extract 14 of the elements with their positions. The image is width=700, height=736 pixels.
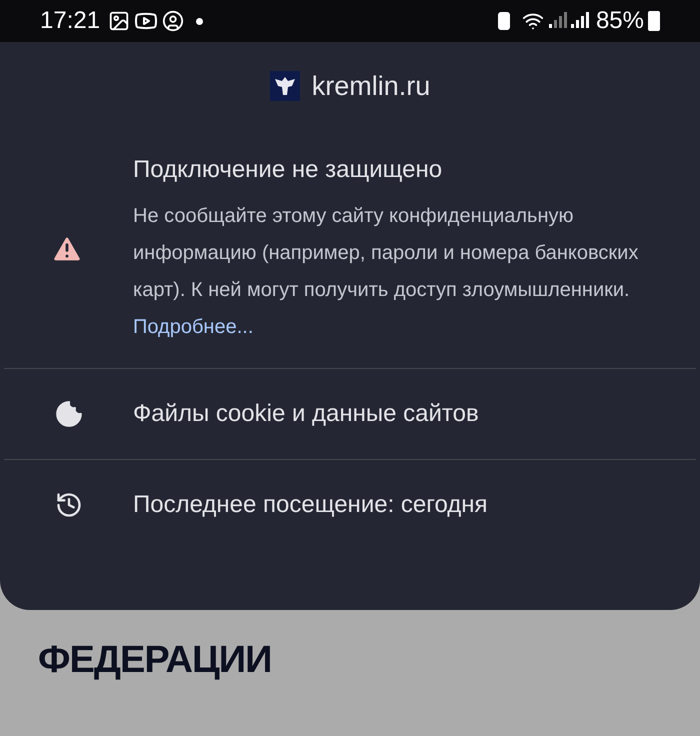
clock: 17:21 — [40, 6, 100, 36]
battery-icon — [648, 11, 660, 31]
learn-more-link[interactable]: Подробнее... — [133, 316, 254, 338]
menu-item[interactable]: Последнее посещение: сегодня — [4, 460, 696, 550]
user-icon — [162, 10, 184, 32]
history-icon — [54, 491, 82, 519]
security-warning: Не сообщайте этому сайту конфиденциальную информацию (например, пароли и номера банковских карт). К ней могут получить доступ злоумышленники. — [133, 205, 638, 301]
page-heading: ФЕДЕРАЦИИ — [38, 638, 272, 683]
battery-level: 85% — [596, 6, 644, 36]
security-title: Подключение не защищено — [133, 155, 444, 185]
menu-item[interactable]: Файлы cookie и данные сайтов — [4, 369, 696, 459]
emblem-icon — [270, 71, 300, 101]
image-icon — [108, 10, 130, 32]
site-domain: kremlin.ru — [312, 70, 430, 103]
